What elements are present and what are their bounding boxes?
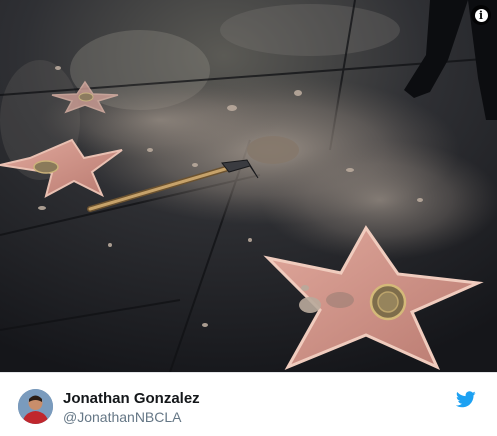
tweet-photo[interactable]: i	[0, 0, 497, 372]
embedded-tweet-card: i Jonathan Gonzalez @JonathanNBCLA	[0, 0, 497, 436]
author-handle[interactable]: @JonathanNBCLA	[63, 409, 182, 425]
tweet-author-bar: Jonathan Gonzalez @JonathanNBCLA	[0, 373, 497, 436]
info-icon[interactable]: i	[471, 5, 491, 25]
author-name[interactable]: Jonathan Gonzalez	[63, 390, 200, 407]
author-avatar[interactable]	[18, 389, 53, 424]
twitter-bird-icon[interactable]	[456, 391, 476, 408]
walk-of-fame-scene	[0, 0, 497, 372]
